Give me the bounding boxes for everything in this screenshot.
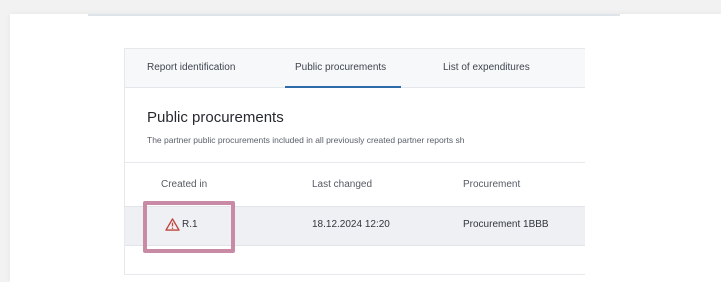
column-header-procurement[interactable]: Procurement (463, 179, 520, 190)
top-divider (88, 14, 620, 16)
highlight-box (143, 201, 235, 253)
column-header-last-changed[interactable]: Last changed (312, 179, 372, 190)
section-description: The partner public procurements included… (147, 135, 465, 145)
page-title: Public procurements (147, 109, 284, 126)
tab-public-procurements[interactable]: Public procurements (284, 49, 402, 88)
tab-list-of-expenditures[interactable]: List of expenditures (443, 49, 530, 87)
tab-bar: Report identification Public procurement… (125, 49, 585, 88)
tab-report-identification[interactable]: Report identification (147, 49, 235, 87)
cell-last-changed: 18.12.2024 12:20 (312, 219, 390, 230)
cell-procurement[interactable]: Procurement 1BBB (463, 219, 549, 230)
column-header-created-in[interactable]: Created in (161, 179, 207, 190)
